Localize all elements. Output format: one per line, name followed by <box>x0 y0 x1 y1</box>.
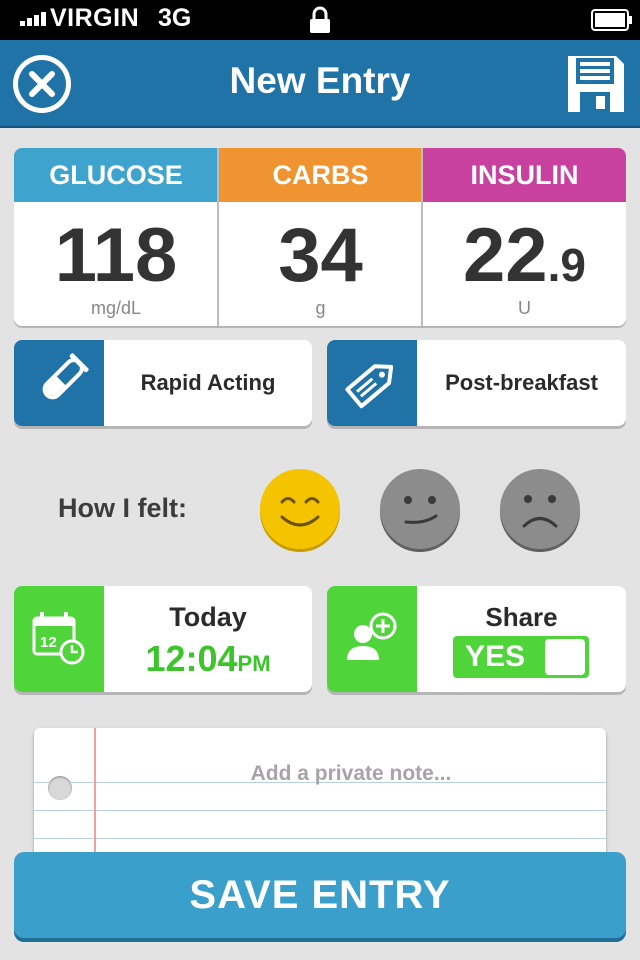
toggle-knob <box>545 639 585 675</box>
time-value: 12:04PM <box>145 638 271 679</box>
neutral-face-button[interactable] <box>380 469 460 549</box>
battery-icon <box>591 9 632 31</box>
insulin-type-button[interactable]: Rapid Acting <box>14 340 312 426</box>
date-label: Today <box>169 602 247 632</box>
note-rule <box>34 838 606 839</box>
lock-icon <box>310 6 330 33</box>
page-title: New Entry <box>229 60 411 101</box>
happy-face-button[interactable] <box>260 469 340 549</box>
neutral-face-icon <box>404 496 438 524</box>
note-hole <box>48 776 72 800</box>
save-entry-button[interactable]: SAVE ENTRY <box>14 852 626 938</box>
glucose-unit: mg/dL <box>90 298 142 318</box>
carrier-name: VIRGIN <box>50 4 140 32</box>
carbs-label: CARBS <box>219 148 422 202</box>
note-rule <box>34 810 606 811</box>
add-person-icon <box>327 586 417 692</box>
share-card: Share YES <box>327 586 626 692</box>
glucose-label: GLUCOSE <box>14 148 218 202</box>
sad-face-icon <box>522 495 558 528</box>
carbs-metric[interactable]: CARBS 34 g <box>219 148 422 326</box>
share-label: Share <box>485 602 558 632</box>
save-icon-button[interactable] <box>566 54 626 114</box>
insulin-value: 22.9 <box>463 213 586 298</box>
note-placeholder: Add a private note... <box>250 762 452 785</box>
feeling-label: How I felt: <box>58 493 187 523</box>
glucose-metric[interactable]: GLUCOSE 118 mg/dL <box>14 148 218 326</box>
insulin-unit: U <box>518 298 531 318</box>
sad-face-button[interactable] <box>500 469 580 549</box>
svg-text:12: 12 <box>40 634 57 651</box>
note-margin-line <box>94 728 96 858</box>
glucose-value: 118 <box>54 213 178 298</box>
insulin-metric[interactable]: INSULIN 22.9 U <box>423 148 626 326</box>
share-toggle[interactable]: YES <box>453 636 589 678</box>
insulin-type-label: Rapid Acting <box>140 370 276 395</box>
datetime-button[interactable]: 12 Today 12:04PM <box>14 586 312 692</box>
toggle-label: YES <box>465 640 526 673</box>
metrics-panel: GLUCOSE 118 mg/dL CARBS 34 g INSULIN 22.… <box>14 148 626 326</box>
network-type: 3G <box>158 4 192 32</box>
test-tube-icon <box>14 340 104 426</box>
carbs-unit: g <box>315 298 326 318</box>
meal-tag-label: Post-breakfast <box>445 370 598 395</box>
insulin-label: INSULIN <box>423 148 626 202</box>
floppy-disk-icon <box>568 56 624 112</box>
note-field[interactable]: Add a private note... <box>34 728 606 858</box>
happy-face-icon <box>280 497 320 527</box>
meal-tag-button[interactable]: Post-breakfast <box>327 340 626 426</box>
nav-bar: New Entry <box>0 40 640 128</box>
status-bar: VIRGIN 3G <box>0 0 640 40</box>
tag-icon <box>327 340 417 426</box>
calendar-clock-icon: 12 <box>14 586 104 692</box>
carbs-value: 34 <box>278 213 363 298</box>
